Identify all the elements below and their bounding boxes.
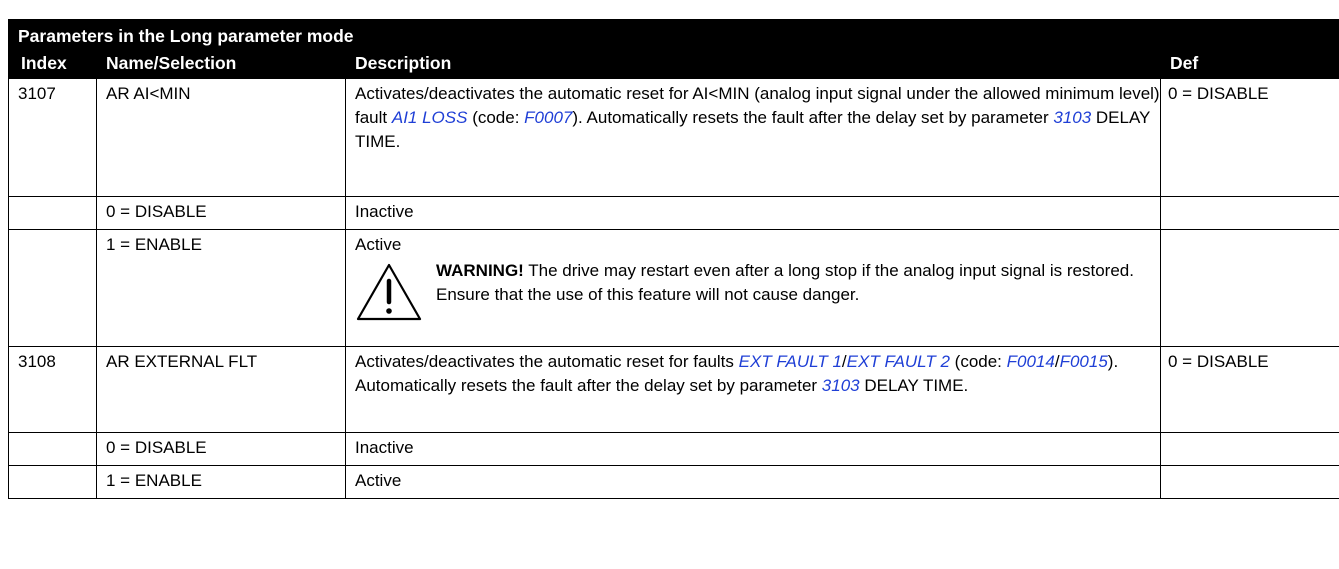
description-text: Active (355, 235, 402, 254)
table-row: 1 = ENABLE Active WARNING! The drive may… (8, 229, 1339, 347)
description-text: ). Automatically resets the fault after … (572, 108, 1054, 127)
param-name: AR EXTERNAL FLT (96, 346, 346, 433)
table-row: 3107 AR AI<MIN Activates/deactivates the… (8, 78, 1339, 197)
param-index (8, 196, 97, 230)
warning-block: WARNING! The drive may restart even afte… (355, 259, 1160, 331)
param-index (8, 465, 97, 499)
table-header-row: Index Name/Selection Description Def (8, 48, 1339, 79)
fault-code-link-f0015[interactable]: F0015 (1060, 352, 1108, 371)
header-default: Def (1159, 48, 1339, 79)
param-index: 3108 (8, 346, 97, 433)
param-name: AR AI<MIN (96, 78, 346, 197)
param-selection: 1 = ENABLE (96, 229, 346, 347)
warning-triangle-icon (356, 263, 422, 321)
param-selection: 0 = DISABLE (96, 432, 346, 466)
param-index: 3107 (8, 78, 97, 197)
warning-text: The drive may restart even after a long … (436, 261, 1134, 304)
header-name-selection: Name/Selection (96, 48, 346, 79)
parameter-link-3103[interactable]: 3103 (1053, 108, 1091, 127)
table-title-row: Parameters in the Long parameter mode (7, 19, 1339, 48)
parameters-table: Parameters in the Long parameter mode In… (7, 19, 1339, 499)
table-title: Parameters in the Long parameter mode (7, 19, 1339, 48)
param-description: Inactive (345, 196, 1161, 230)
param-default: 0 = DISABLE (1159, 346, 1339, 433)
table-row: 1 = ENABLE Active (8, 465, 1339, 499)
param-default: 0 = DISABLE (1159, 78, 1339, 197)
param-index (8, 229, 97, 347)
header-index: Index (8, 48, 97, 79)
fault-link-ext-fault-1[interactable]: EXT FAULT 1 (739, 352, 842, 371)
description-text: (code: (949, 352, 1007, 371)
param-default (1159, 196, 1339, 230)
param-default (1159, 229, 1339, 347)
fault-code-link-f0014[interactable]: F0014 (1007, 352, 1055, 371)
description-text: Activates/deactivates the automatic rese… (355, 352, 739, 371)
header-description: Description (345, 48, 1161, 79)
param-index (8, 432, 97, 466)
param-description: Active (345, 465, 1161, 499)
param-description: Activates/deactivates the automatic rese… (345, 78, 1161, 197)
fault-link-ext-fault-2[interactable]: EXT FAULT 2 (847, 352, 950, 371)
param-default (1159, 465, 1339, 499)
table-row: 3108 AR EXTERNAL FLT Activates/deactivat… (8, 346, 1339, 433)
table-row: 0 = DISABLE Inactive (8, 196, 1339, 230)
fault-code-link-f0007[interactable]: F0007 (524, 108, 572, 127)
param-selection: 0 = DISABLE (96, 196, 346, 230)
warning-label: WARNING! (436, 261, 524, 280)
fault-link-ai1-loss[interactable]: AI1 LOSS (392, 108, 468, 127)
param-default (1159, 432, 1339, 466)
description-text: DELAY TIME. (859, 376, 969, 395)
param-description: Active WARNING! The drive may restart ev… (345, 229, 1161, 347)
param-description: Inactive (345, 432, 1161, 466)
description-text: (code: (467, 108, 525, 127)
parameter-link-3103[interactable]: 3103 (822, 376, 860, 395)
table-row: 0 = DISABLE Inactive (8, 432, 1339, 466)
param-description: Activates/deactivates the automatic rese… (345, 346, 1161, 433)
param-selection: 1 = ENABLE (96, 465, 346, 499)
